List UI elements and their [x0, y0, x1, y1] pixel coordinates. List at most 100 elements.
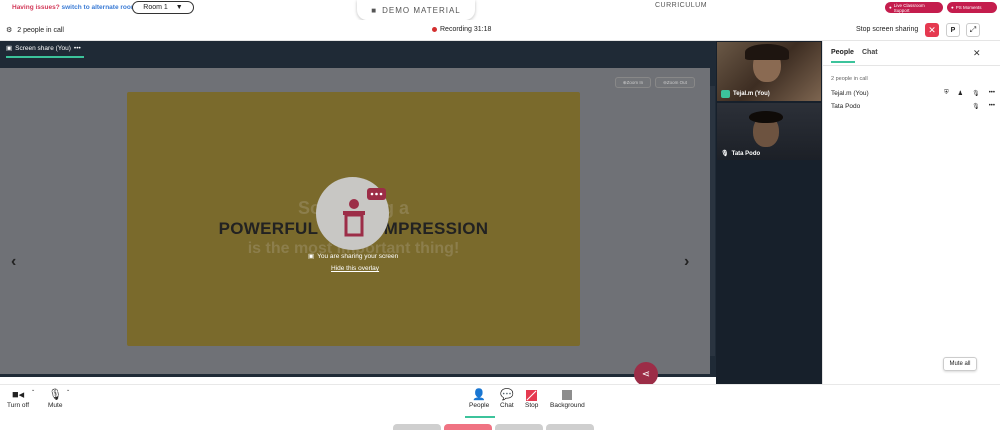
chat-button[interactable]: 💬 Chat — [500, 389, 514, 409]
demo-material-label: DEMO MATERIAL — [382, 5, 461, 15]
bottom-tab[interactable] — [546, 424, 594, 430]
support-icon: ● — [889, 5, 892, 10]
caret-down-icon: ▼ — [175, 4, 183, 11]
people-in-call-label: 2 people in call — [17, 26, 64, 34]
chevron-down-icon[interactable]: ⌄ — [66, 387, 70, 393]
bottom-tab[interactable] — [393, 424, 441, 430]
tile-name: 🎙 Tata Podo — [721, 150, 760, 158]
hide-overlay-link[interactable]: Hide this overlay — [331, 265, 379, 272]
video-tile-remote[interactable]: 🎙 Tata Podo — [717, 103, 821, 160]
stop-label: Stop — [525, 402, 539, 409]
room-select[interactable]: Room 1 ▼ — [132, 1, 194, 14]
presenter-icon — [316, 177, 389, 250]
zoom-out-label: Zoom Out — [666, 80, 687, 85]
close-panel-icon[interactable]: ✕ — [973, 48, 981, 59]
participant-controls: 🎙 ••• — [972, 103, 995, 110]
shield-icon[interactable]: ⛨ — [944, 90, 949, 97]
mute-all-button[interactable]: Mute all — [943, 357, 977, 371]
camera-toggle-label: Turn off — [7, 402, 30, 409]
more-options-icon[interactable]: ••• — [74, 45, 81, 52]
live-support-button[interactable]: ● Live Classroom Support — [885, 2, 943, 13]
participant-name: Tejal.m (You) — [831, 89, 869, 97]
recording-indicator: Recording 31:18 — [432, 26, 491, 33]
demo-material-tab[interactable]: ■ DEMO MATERIAL — [357, 0, 475, 20]
active-tab-indicator — [6, 56, 84, 58]
chevron-right-icon[interactable]: › — [684, 253, 689, 271]
mute-label: Mute — [48, 402, 63, 409]
video-tiles: Tejal.m (You) 🎙 Tata Podo — [716, 41, 822, 384]
tab-people[interactable]: People — [831, 49, 854, 56]
participant-row[interactable]: Tejal.m (You) ⛨ ♟ 🎙 ••• — [831, 88, 995, 98]
call-header: ⚙ 2 people in call Recording 31:18 Stop … — [0, 20, 1000, 41]
curriculum-tab[interactable]: CURRICULUM — [655, 2, 707, 9]
mic-active-icon — [721, 90, 730, 98]
zoom-out-button[interactable]: ⊖ Zoom Out — [655, 77, 695, 88]
microphone-icon[interactable]: 🎙 — [972, 90, 980, 97]
mute-button[interactable]: 🎙 Mute — [48, 389, 62, 409]
active-tab-indicator — [831, 61, 855, 63]
people-label: People — [469, 402, 490, 409]
bottom-tab[interactable] — [495, 424, 543, 430]
share-tabbar: ▣ Screen share (You) ••• — [0, 41, 716, 59]
call-toolbar: ■◂ Turn off ⌄ 🎙 Mute ⌄ 👤 People 💬 Chat S… — [0, 384, 1000, 418]
person-icon[interactable]: ♟ — [958, 90, 963, 97]
tile-name-label: Tejal.m (You) — [733, 91, 770, 97]
share-button[interactable]: ⋖ — [634, 362, 658, 386]
zoom-in-button[interactable]: ⊕ Zoom In — [615, 77, 651, 88]
folder-icon: ■ — [371, 5, 378, 15]
zoom-in-label: Zoom In — [626, 80, 644, 85]
issues-text: Having issues? — [12, 4, 60, 11]
person-icon: 👤 — [472, 389, 486, 401]
room-select-value: Room 1 — [143, 4, 168, 11]
panel-people-count: 2 people in call — [831, 76, 868, 82]
top-strip: Having issues? switch to alternate room … — [0, 0, 1000, 20]
pin-button[interactable]: P — [946, 23, 960, 37]
issues-notice: Having issues? switch to alternate room — [12, 4, 137, 11]
screen-share-tab[interactable]: ▣ Screen share (You) ••• — [6, 44, 81, 53]
close-icon: ✕ — [928, 24, 936, 35]
people-panel: People Chat ✕ 2 people in call Tejal.m (… — [822, 41, 1000, 384]
stop-share-icon — [526, 390, 538, 401]
fullscreen-button[interactable]: ⤢ — [966, 23, 980, 37]
panel-divider — [823, 65, 1000, 66]
chevron-left-icon[interactable]: ‹ — [11, 253, 16, 271]
participant-row[interactable]: Tata Podo 🎙 ••• — [831, 101, 995, 111]
recording-dot-icon — [432, 27, 437, 32]
chevron-down-icon[interactable]: ⌄ — [31, 387, 35, 393]
ps-moments-label: PS Moments — [955, 5, 982, 10]
background-button[interactable]: Background — [550, 389, 585, 409]
screen-share-icon: ▣ — [308, 253, 315, 260]
tab-chat[interactable]: Chat — [862, 49, 878, 56]
tile-name: Tejal.m (You) — [721, 90, 770, 98]
camera-toggle-button[interactable]: ■◂ Turn off — [7, 389, 29, 409]
stop-sharing-button[interactable]: ✕ — [925, 23, 939, 37]
ps-moments-button[interactable]: ● PS Moments — [947, 2, 997, 13]
microphone-icon: 🎙 — [721, 151, 729, 157]
microphone-icon: 🎙 — [48, 389, 63, 401]
screen-icon: ▣ — [6, 45, 13, 52]
chat-label: Chat — [500, 402, 514, 409]
participant-hair — [749, 111, 783, 123]
screen-share-stage: ▣ Screen share (You) ••• ⊕ Zoom In ⊖ Zoo… — [0, 41, 716, 386]
chat-bubble-icon: 💬 — [500, 389, 514, 401]
active-tool-indicator — [465, 416, 495, 418]
sharing-overlay-message: ▣ You are sharing your screen — [308, 252, 399, 261]
people-in-call[interactable]: ⚙ 2 people in call — [6, 26, 64, 35]
microphone-icon[interactable]: 🎙 — [972, 103, 980, 110]
stop-sharing-label: Stop screen sharing — [856, 26, 919, 33]
participant-name: Tata Podo — [831, 102, 861, 110]
more-options-icon[interactable]: ••• — [989, 103, 995, 110]
video-tile-self[interactable]: Tejal.m (You) — [717, 42, 821, 101]
live-support-label: Live Classroom Support — [893, 2, 925, 13]
people-button[interactable]: 👤 People — [469, 389, 489, 409]
bottom-tab-active[interactable] — [444, 424, 492, 430]
sharing-overlay-label: You are sharing your screen — [317, 252, 399, 260]
gear-icon[interactable]: ⚙ — [6, 26, 12, 34]
more-options-icon[interactable]: ••• — [989, 90, 995, 97]
background-label: Background — [550, 402, 585, 409]
share-icon: ⋖ — [641, 368, 651, 380]
participant-hair — [745, 44, 789, 60]
alternate-room-link[interactable]: switch to alternate room — [62, 4, 137, 11]
stop-share-button[interactable]: Stop — [525, 389, 538, 409]
vertical-scrollbar[interactable] — [710, 86, 715, 356]
